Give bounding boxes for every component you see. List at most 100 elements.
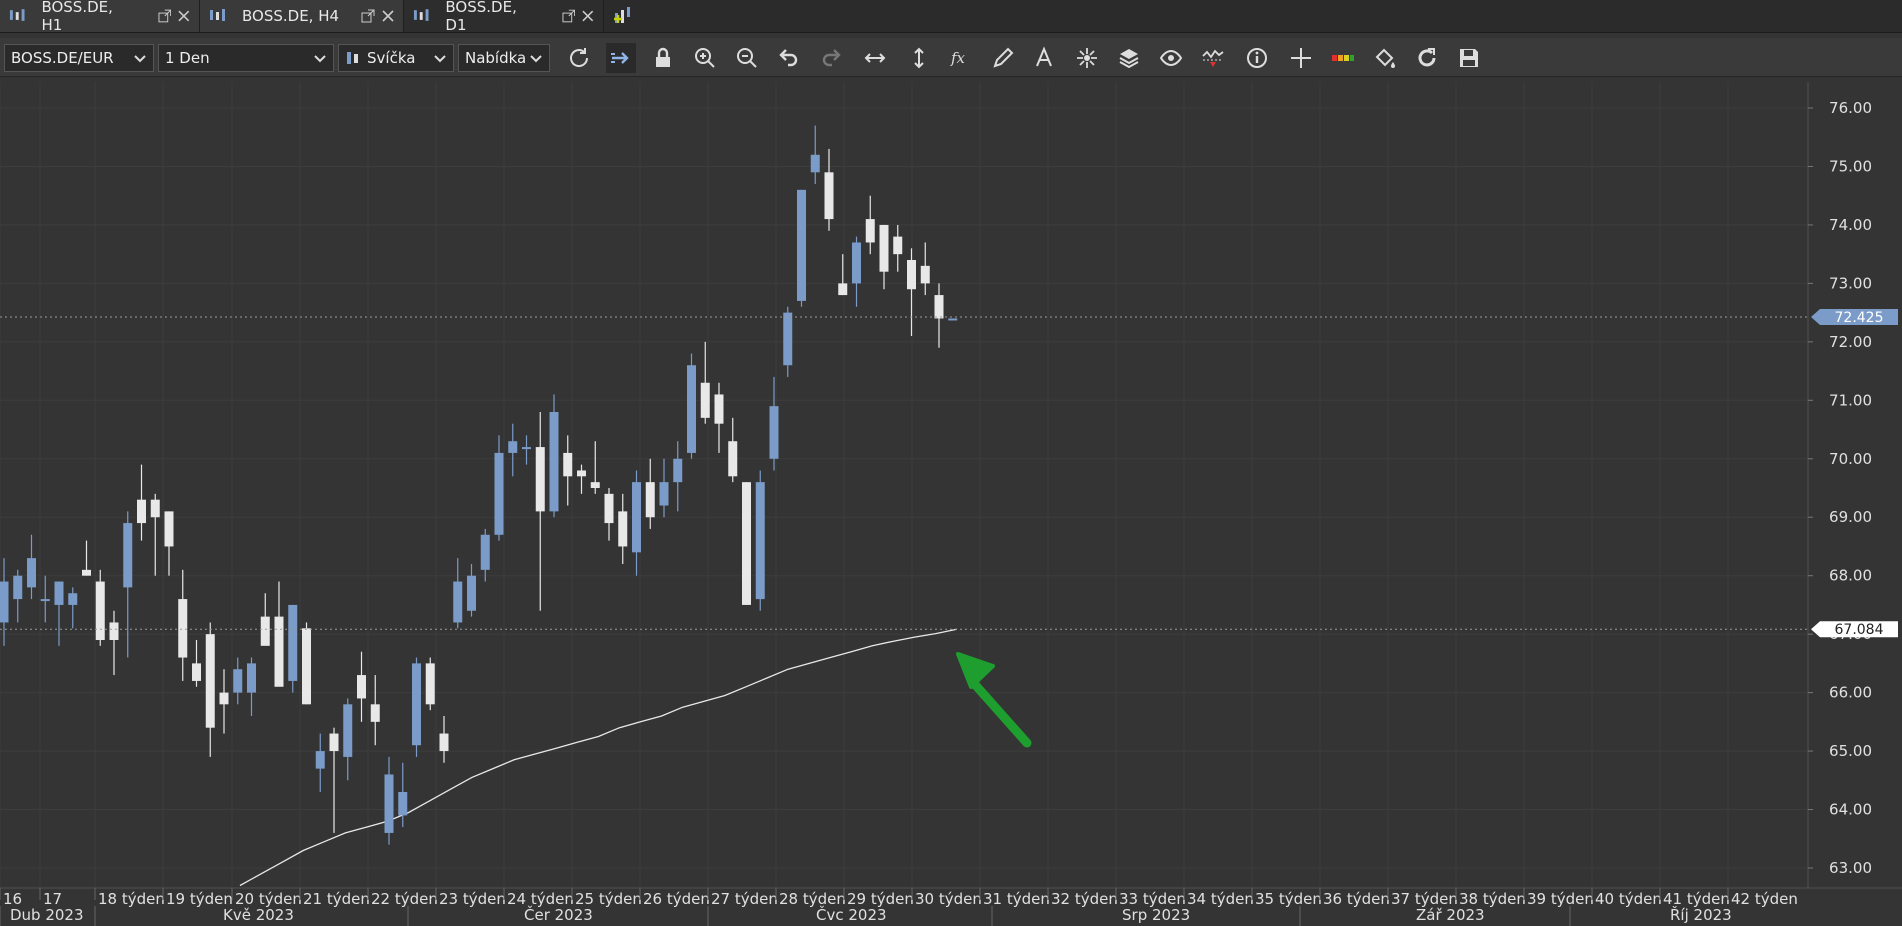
candle-body[interactable]: [838, 283, 848, 296]
candle-body[interactable]: [728, 441, 738, 477]
draw-button[interactable]: [988, 43, 1018, 73]
candle-body[interactable]: [865, 219, 875, 243]
lock-button[interactable]: [648, 43, 678, 73]
candle-body[interactable]: [0, 581, 9, 623]
tab-boss-h4[interactable]: BOSS.DE, H4: [200, 0, 404, 32]
candle-body[interactable]: [645, 482, 655, 518]
price-axis-area[interactable]: [1808, 82, 1902, 888]
candle-body[interactable]: [920, 265, 930, 284]
candle-body[interactable]: [632, 482, 641, 553]
candle-body[interactable]: [577, 470, 586, 477]
candle-body[interactable]: [604, 493, 614, 524]
candle-body[interactable]: [659, 482, 669, 506]
candle-body[interactable]: [137, 499, 146, 524]
candle-body[interactable]: [453, 581, 463, 623]
candle-body[interactable]: [398, 792, 408, 816]
candle-body[interactable]: [797, 189, 806, 301]
candle-body[interactable]: [302, 628, 311, 705]
candle-body[interactable]: [40, 599, 50, 602]
candle-body[interactable]: [150, 499, 160, 518]
price-chart[interactable]: 76.00 75.00 74.00 73.00 72.00 71.00 70.00 69.00…: [0, 82, 1902, 926]
candle-body[interactable]: [247, 663, 256, 693]
candle-body[interactable]: [412, 663, 421, 746]
zoom-out-button[interactable]: [732, 43, 762, 73]
popout-icon[interactable]: [361, 9, 375, 23]
color-scale-button[interactable]: [1328, 43, 1358, 73]
close-icon[interactable]: [177, 9, 191, 23]
reset-button[interactable]: [1412, 43, 1442, 73]
layers-button[interactable]: [1114, 43, 1144, 73]
horizontal-scale-button[interactable]: [860, 43, 890, 73]
candle-body[interactable]: [714, 394, 724, 424]
candle-body[interactable]: [82, 569, 91, 576]
vertical-scale-button[interactable]: [904, 43, 934, 73]
candle-body[interactable]: [467, 575, 476, 611]
popout-icon[interactable]: [158, 9, 172, 23]
candle-body[interactable]: [205, 634, 215, 728]
candle-body[interactable]: [563, 452, 573, 477]
chart-type-select[interactable]: Svíčka: [338, 44, 454, 72]
autoscroll-button[interactable]: [606, 43, 636, 73]
zoom-in-button[interactable]: [690, 43, 720, 73]
indicators-button[interactable]: fx: [946, 43, 976, 73]
fill-button[interactable]: [1370, 43, 1400, 73]
tab-boss-h1[interactable]: BOSS.DE, H1: [0, 0, 200, 34]
candle-body[interactable]: [164, 511, 174, 547]
candle-body[interactable]: [480, 534, 490, 570]
refresh-button[interactable]: [564, 43, 594, 73]
candle-body[interactable]: [948, 318, 958, 321]
candle-body[interactable]: [783, 312, 793, 366]
candle-body[interactable]: [233, 669, 243, 693]
candle-body[interactable]: [700, 382, 710, 418]
crosshair-button[interactable]: [1286, 43, 1316, 73]
candle-body[interactable]: [370, 704, 380, 722]
candle-body[interactable]: [907, 260, 916, 290]
visibility-button[interactable]: [1156, 43, 1186, 73]
candle-body[interactable]: [439, 733, 449, 752]
candle-body[interactable]: [494, 452, 504, 535]
candle-body[interactable]: [109, 622, 119, 640]
candle-body[interactable]: [810, 154, 820, 173]
candle-body[interactable]: [274, 616, 284, 687]
candle-body[interactable]: [590, 482, 600, 488]
new-chart-tab-button[interactable]: [604, 0, 646, 32]
undo-button[interactable]: [774, 43, 804, 73]
candle-body[interactable]: [769, 406, 779, 459]
info-button[interactable]: [1242, 43, 1272, 73]
candle-body[interactable]: [742, 482, 751, 605]
candle-body[interactable]: [934, 295, 944, 319]
candle-body[interactable]: [123, 523, 133, 588]
candle-body[interactable]: [13, 575, 23, 600]
candle-body[interactable]: [384, 774, 394, 833]
candle-body[interactable]: [68, 593, 78, 605]
tab-boss-d1[interactable]: BOSS.DE, D1: [404, 0, 604, 34]
candle-body[interactable]: [357, 675, 366, 699]
candle-body[interactable]: [618, 511, 628, 547]
candle-body[interactable]: [879, 224, 889, 272]
candle-body[interactable]: [522, 447, 531, 450]
alerts-button[interactable]: [1198, 43, 1228, 73]
candle-body[interactable]: [192, 663, 201, 681]
candle-body[interactable]: [315, 751, 325, 769]
text-tool-button[interactable]: [1030, 43, 1060, 73]
close-icon[interactable]: [581, 9, 595, 23]
candle-body[interactable]: [425, 663, 435, 705]
price-side-select[interactable]: Nabídka: [458, 44, 550, 72]
candle-body[interactable]: [673, 458, 683, 483]
candle-body[interactable]: [824, 172, 834, 220]
candle-body[interactable]: [219, 692, 229, 705]
candle-body[interactable]: [260, 616, 270, 646]
candle-body[interactable]: [893, 236, 903, 255]
candle-body[interactable]: [178, 599, 188, 658]
symbol-select[interactable]: BOSS.DE/EUR: [4, 44, 154, 72]
candle-body[interactable]: [95, 581, 105, 640]
close-icon[interactable]: [381, 9, 395, 23]
candle-body[interactable]: [687, 365, 696, 453]
objects-button[interactable]: [1072, 43, 1102, 73]
candle-body[interactable]: [852, 242, 861, 284]
candle-body[interactable]: [549, 412, 559, 512]
timeframe-select[interactable]: 1 Den: [158, 44, 334, 72]
candle-body[interactable]: [535, 447, 545, 512]
candle-body[interactable]: [27, 558, 36, 588]
candle-body[interactable]: [508, 441, 518, 453]
